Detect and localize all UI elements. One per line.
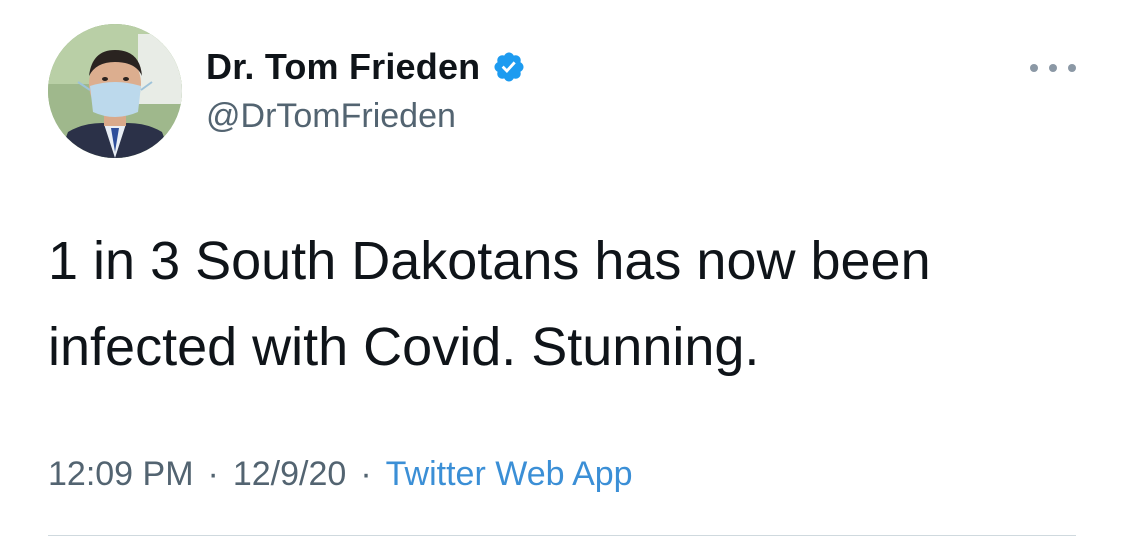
handle[interactable]: @DrTomFrieden (206, 97, 526, 136)
divider (48, 535, 1076, 536)
tweet-text: 1 in 3 South Dakotans has now been infec… (48, 231, 931, 377)
more-dot (1049, 64, 1057, 72)
author-block: Dr. Tom Frieden @DrTomFrieden (206, 45, 526, 136)
more-dot (1030, 64, 1038, 72)
tweet: Dr. Tom Frieden @DrTomFrieden 1 in 3 Sou… (0, 0, 1122, 538)
verified-badge-icon (492, 50, 526, 84)
display-name[interactable]: Dr. Tom Frieden (206, 46, 480, 88)
tweet-date[interactable]: 12/9/20 (233, 455, 346, 494)
more-dot (1068, 64, 1076, 72)
tweet-time[interactable]: 12:09 PM (48, 455, 194, 494)
tweet-meta: 12:09 PM · 12/9/20 · Twitter Web App (48, 455, 633, 494)
meta-separator: · (207, 455, 219, 493)
avatar[interactable] (48, 24, 182, 158)
name-row: Dr. Tom Frieden (206, 45, 526, 89)
more-horizontal-icon[interactable] (1030, 58, 1076, 78)
meta-separator: · (360, 455, 372, 493)
profile-photo-icon (48, 24, 182, 158)
tweet-source-link[interactable]: Twitter Web App (386, 455, 633, 494)
